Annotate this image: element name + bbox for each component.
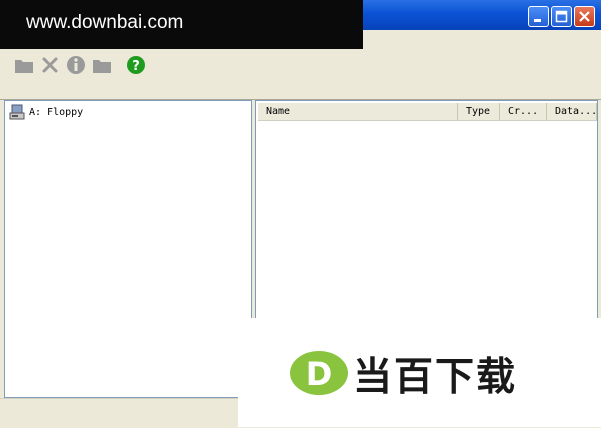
column-header-date[interactable]: Data... (547, 103, 597, 120)
tree-item-floppy[interactable]: A: Floppy (9, 104, 83, 120)
column-header-created[interactable]: Cr... (500, 103, 547, 120)
delete-button[interactable] (40, 55, 60, 75)
delete-icon (42, 57, 58, 73)
new-folder-button[interactable] (14, 55, 34, 75)
brand-logo-letter: D (306, 355, 333, 393)
folder-tree-pane[interactable]: A: Floppy (4, 100, 252, 398)
close-button[interactable] (574, 6, 595, 27)
folder-icon (93, 60, 111, 73)
maximize-button[interactable] (551, 6, 572, 27)
watermark-banner: www.downbai.com (0, 0, 363, 49)
close-icon (579, 11, 590, 22)
help-button[interactable]: ? (126, 55, 146, 75)
svg-text:?: ? (132, 59, 140, 74)
floppy-drive-icon (9, 104, 25, 120)
folder-icon (15, 60, 33, 73)
column-header-type[interactable]: Type (458, 103, 500, 120)
window-controls (528, 6, 595, 27)
minimize-button[interactable] (528, 6, 549, 27)
tree-item-label: A: Floppy (29, 106, 84, 118)
brand-logo-icon: D (290, 351, 348, 395)
column-headers: Name Type Cr... Data... (258, 103, 597, 121)
brand-name: 当百下载 (353, 355, 518, 400)
toolbar: ? (0, 49, 601, 100)
help-icon: ? (127, 56, 145, 74)
open-folder-button[interactable] (92, 55, 112, 75)
minimize-icon (534, 19, 541, 22)
info-icon (67, 56, 85, 74)
brand-watermark: D 当百下载 (238, 318, 601, 427)
column-header-name[interactable]: Name (258, 103, 458, 120)
info-button[interactable] (66, 55, 86, 75)
maximize-icon (555, 10, 568, 23)
